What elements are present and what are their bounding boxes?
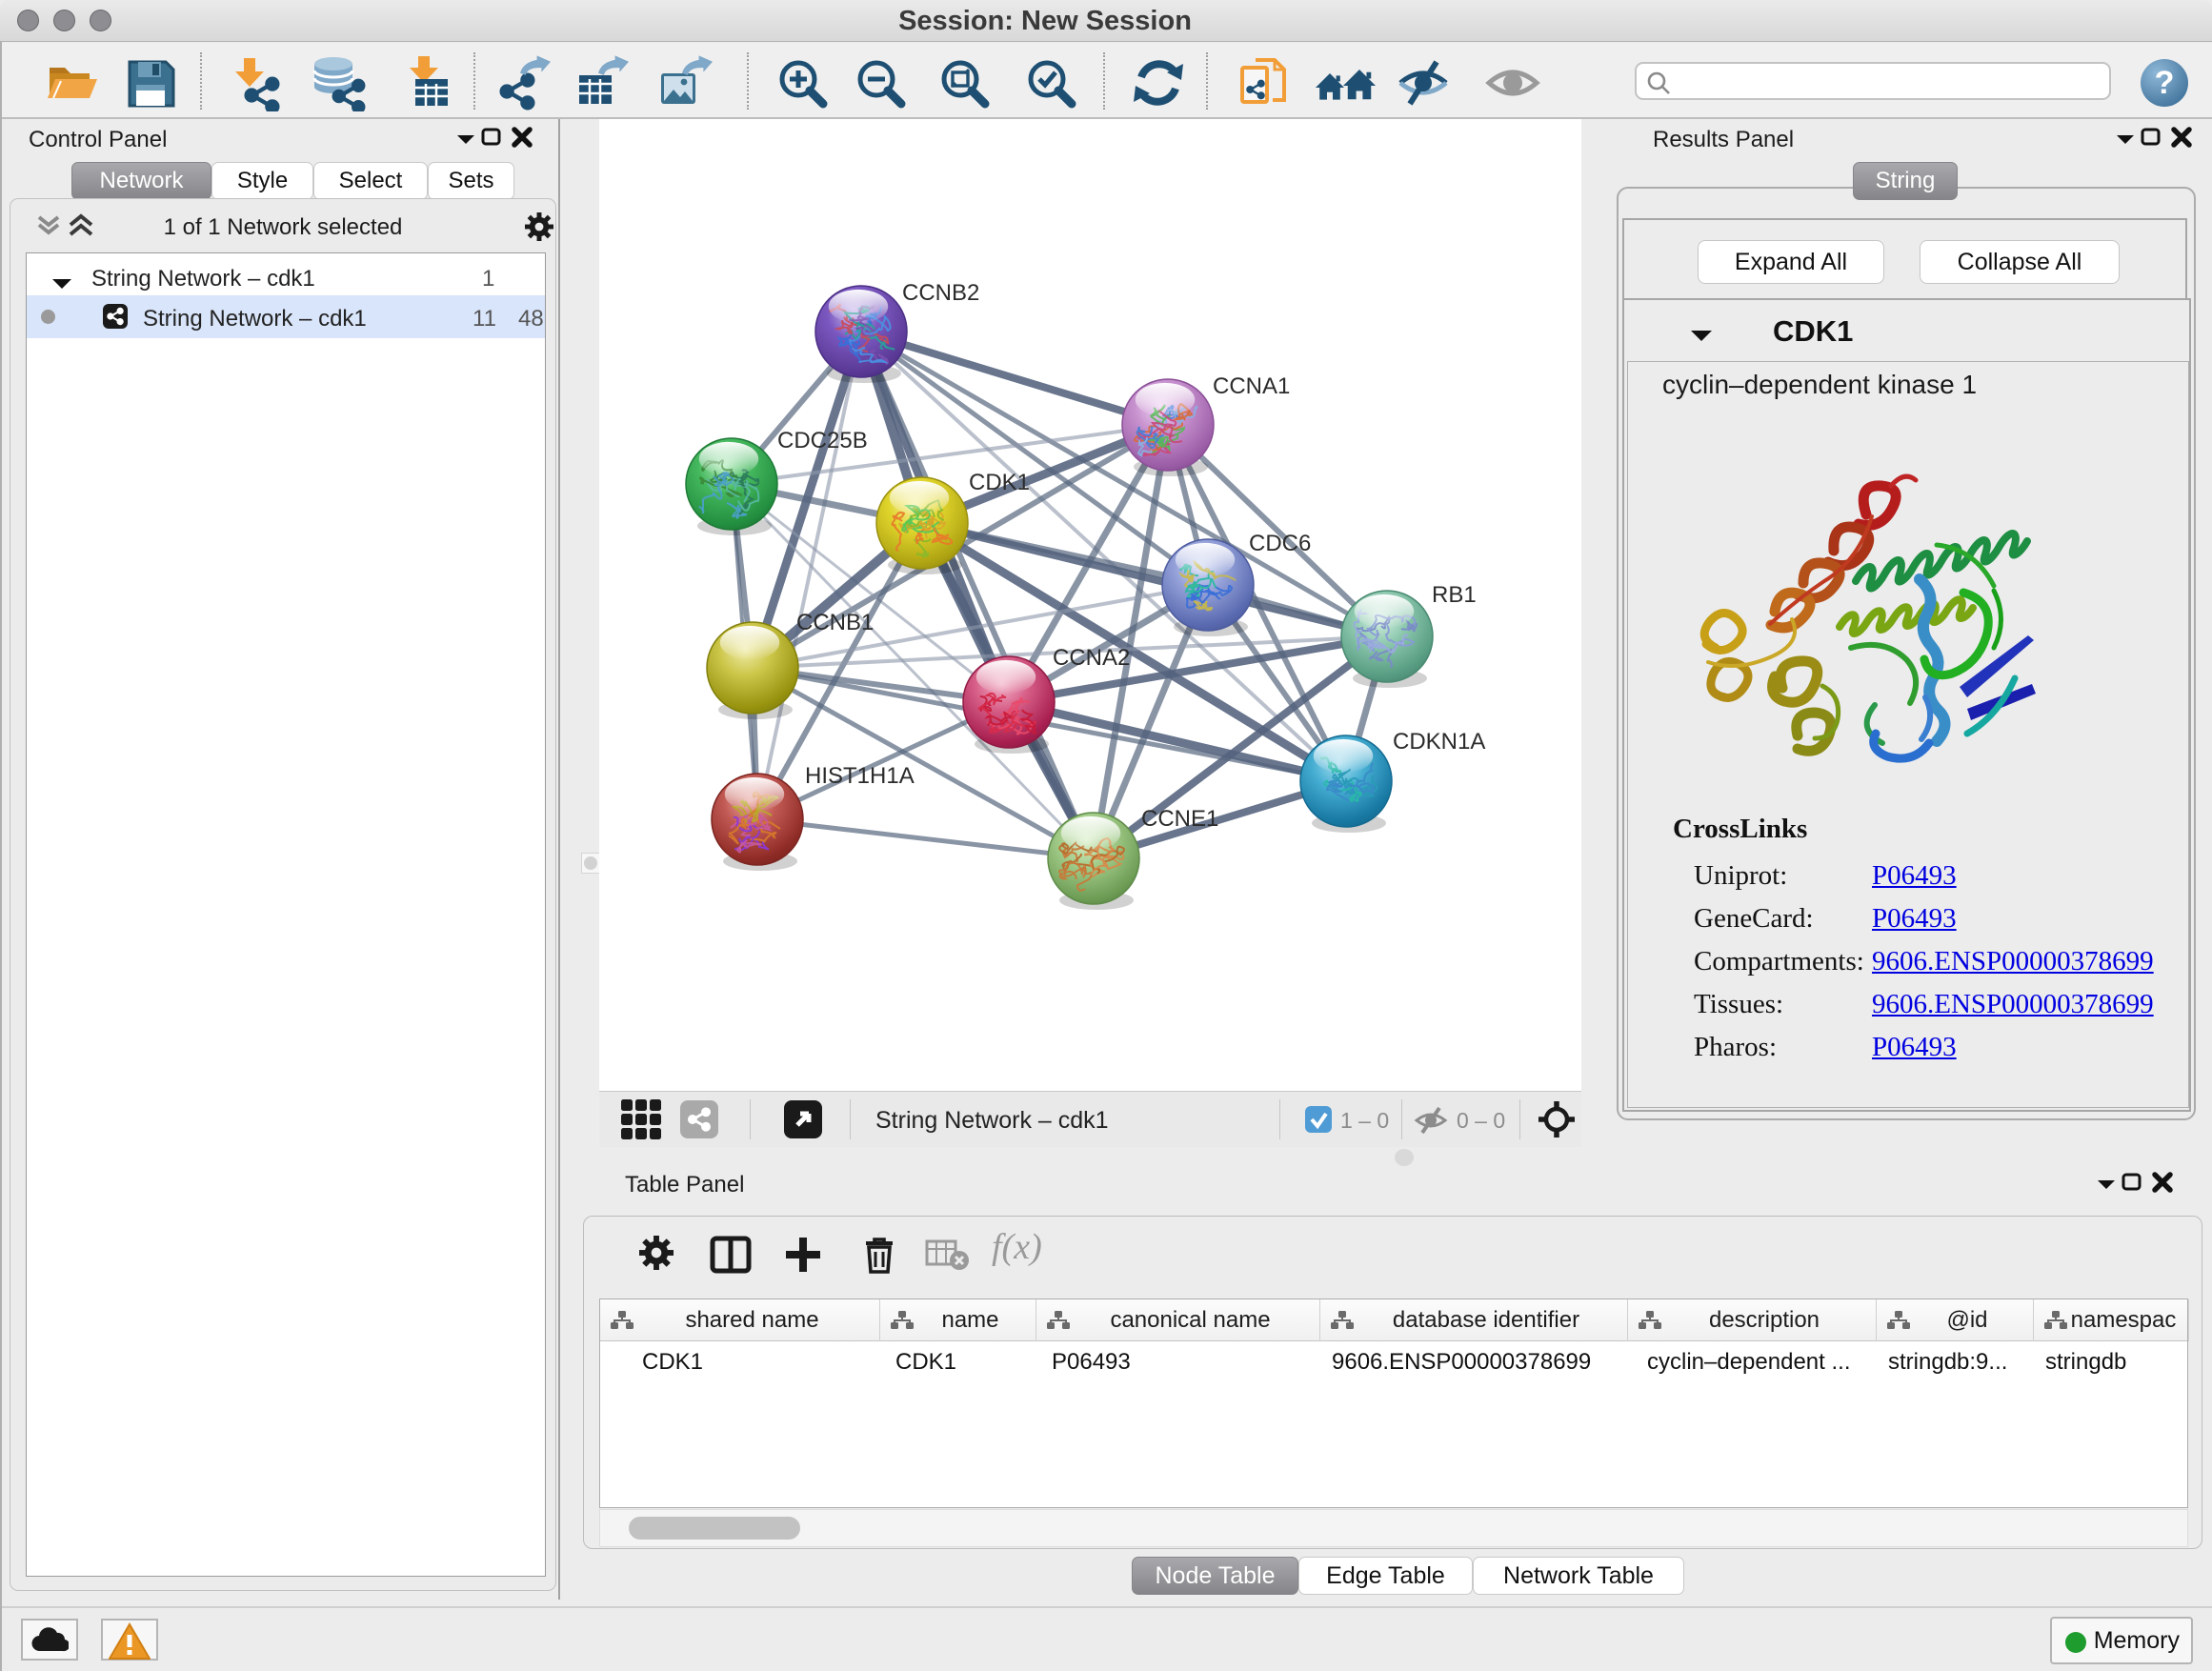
svg-text:CDK1: CDK1	[969, 470, 1030, 495]
svg-text:RB1: RB1	[1432, 582, 1477, 608]
svg-text:CCNA2: CCNA2	[1053, 645, 1130, 671]
svg-text:CCNE1: CCNE1	[1141, 806, 1218, 832]
svg-text:CDC25B: CDC25B	[777, 428, 868, 453]
svg-text:HIST1H1A: HIST1H1A	[805, 763, 915, 789]
svg-text:?: ?	[2155, 65, 2175, 101]
svg-text:CDKN1A: CDKN1A	[1393, 729, 1485, 755]
svg-text:CCNB1: CCNB1	[796, 610, 874, 635]
svg-text:CCNA1: CCNA1	[1213, 373, 1290, 399]
svg-text:CDC6: CDC6	[1249, 531, 1311, 556]
svg-text:CCNB2: CCNB2	[902, 280, 979, 306]
